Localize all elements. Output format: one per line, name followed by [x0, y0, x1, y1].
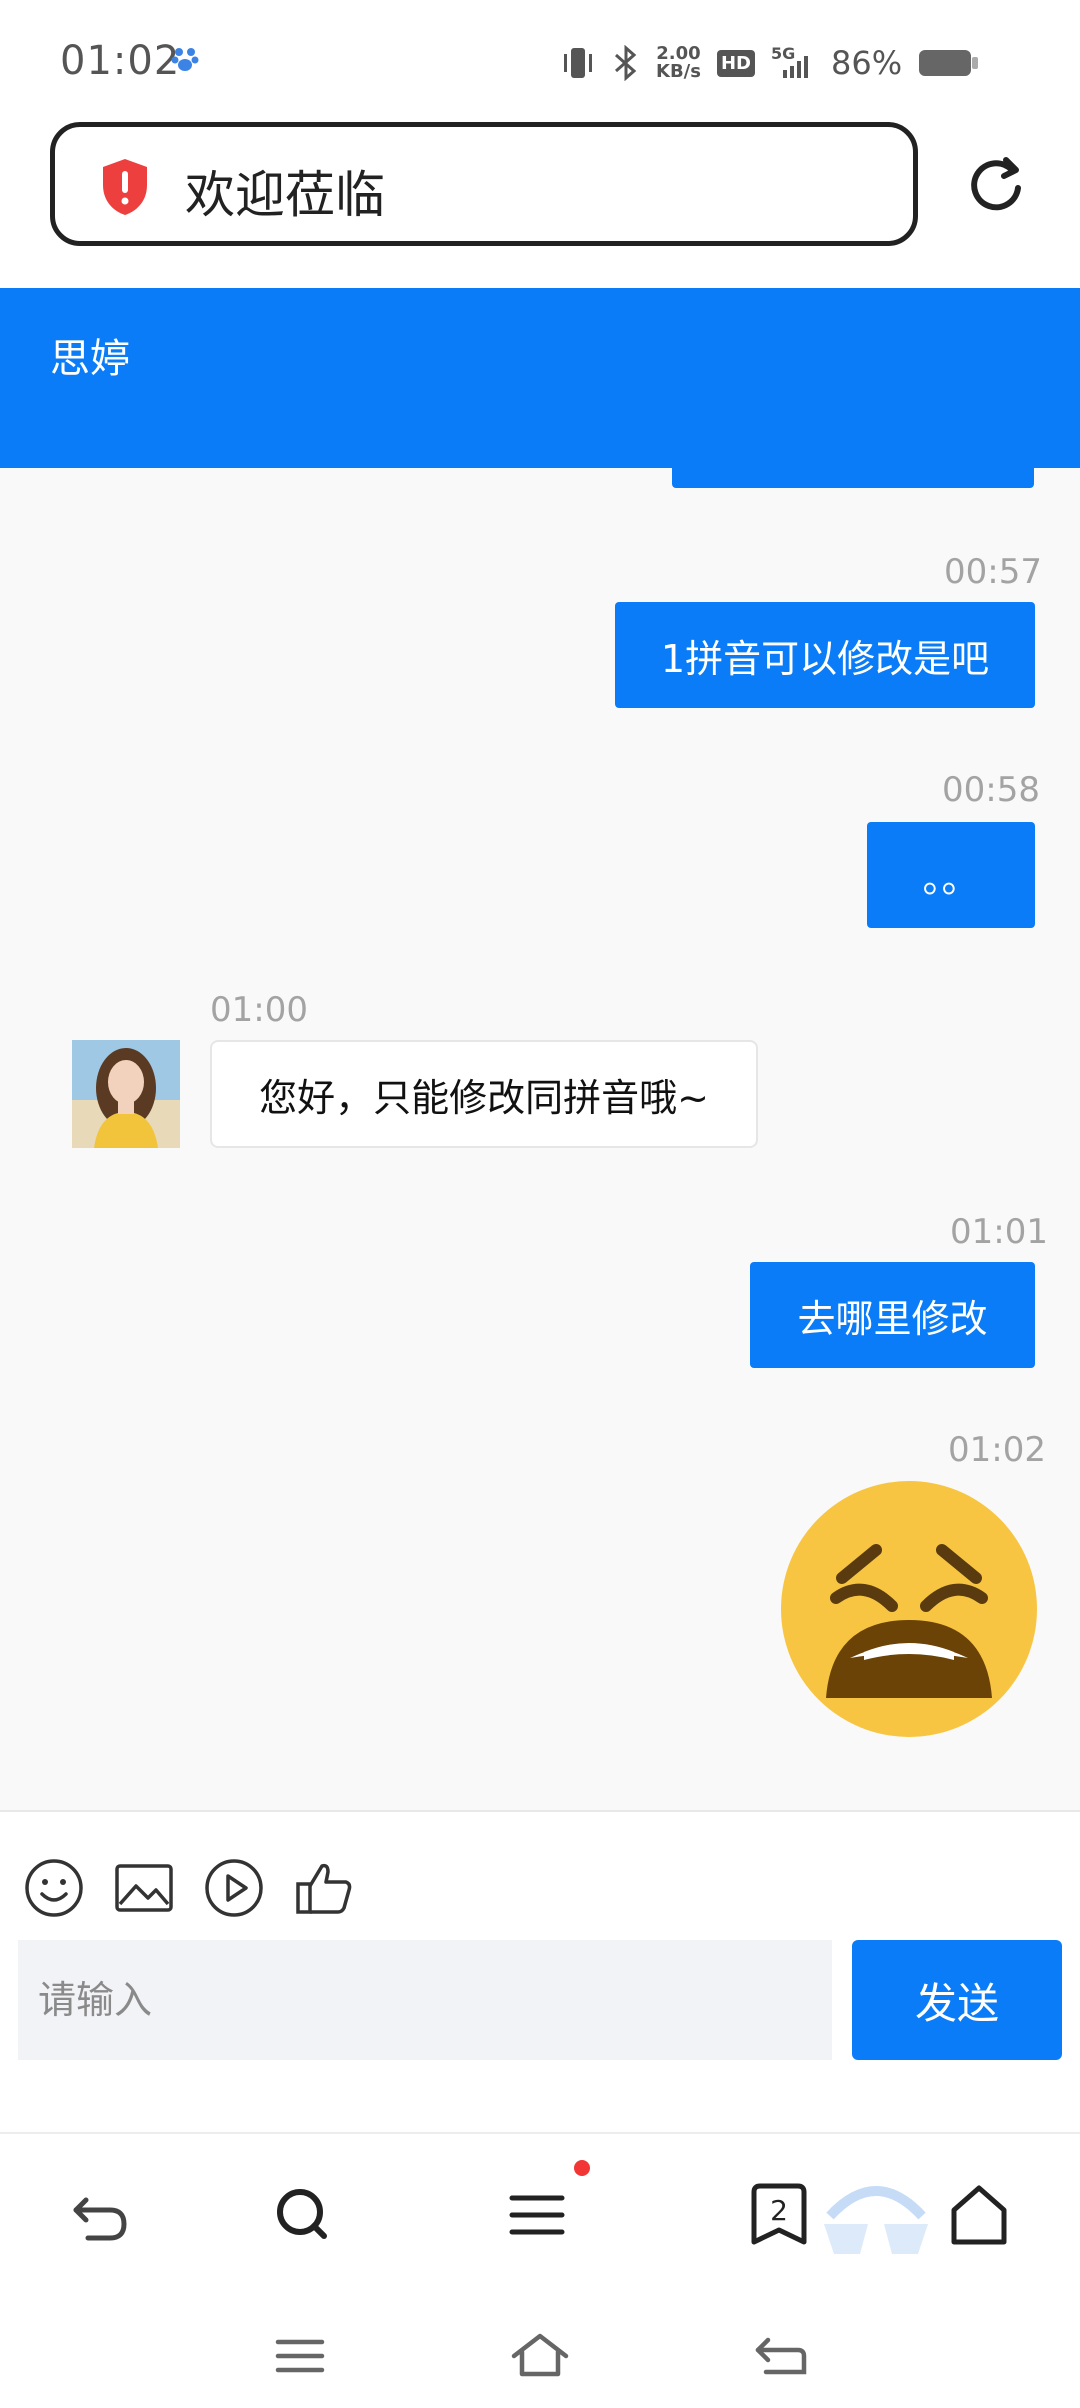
home-icon[interactable]	[510, 2330, 570, 2382]
outgoing-message[interactable]: 。。	[867, 822, 1035, 928]
recents-icon[interactable]	[270, 2330, 330, 2382]
tab-count: 2	[744, 2194, 814, 2227]
send-button[interactable]: 发送	[852, 1940, 1062, 2060]
signal-icon	[771, 46, 815, 80]
weary-face-emoji[interactable]	[780, 1480, 1038, 1738]
reload-icon[interactable]	[966, 154, 1026, 214]
browser-toolbar: 2	[0, 2132, 1080, 2306]
contact-name: 思婷	[50, 326, 130, 384]
battery-icon	[918, 48, 980, 78]
avatar[interactable]	[72, 1040, 180, 1148]
address-bar[interactable]: 欢迎莅临	[50, 122, 918, 246]
message-time: 01:01	[950, 1212, 1048, 1252]
network-speed: 2.00 KB/s	[656, 45, 701, 81]
back-icon[interactable]	[66, 2180, 136, 2250]
signal-indicator: 5G	[771, 46, 815, 80]
message-time: 01:00	[210, 990, 308, 1030]
thumbs-up-icon[interactable]	[294, 1858, 354, 1918]
outgoing-message[interactable]: 去哪里修改	[750, 1262, 1035, 1368]
emoji-icon[interactable]	[24, 1858, 84, 1918]
chat-header: 思婷	[0, 288, 1080, 468]
search-icon[interactable]	[268, 2180, 338, 2250]
tabs-button[interactable]: 2	[744, 2180, 814, 2250]
video-icon[interactable]	[204, 1858, 264, 1918]
page-title: 欢迎莅临	[185, 155, 385, 227]
message-time: 01:02	[948, 1430, 1046, 1470]
system-navigation	[0, 2304, 1080, 2408]
notification-dot	[574, 2160, 590, 2176]
message-input[interactable]	[18, 1940, 832, 2060]
glasses-overlay-icon	[816, 2164, 936, 2284]
paw-icon	[170, 44, 200, 74]
bluetooth-icon	[612, 45, 640, 81]
outgoing-bubble-partial	[672, 468, 1034, 488]
message-composer: 发送	[0, 1810, 1080, 2134]
message-time: 00:58	[942, 770, 1040, 810]
chat-area[interactable]: 00:57 1拼音可以修改是吧 00:58 。。 01:00 您好，只能修改同拼…	[0, 468, 1080, 1810]
back-icon[interactable]	[752, 2330, 812, 2382]
home-icon[interactable]	[944, 2180, 1014, 2250]
menu-icon[interactable]	[502, 2180, 572, 2250]
vibrate-icon	[560, 46, 596, 80]
status-bar: 01:02 2.00 KB/s HD 5G 86%	[0, 0, 1080, 118]
incoming-message[interactable]: 您好，只能修改同拼音哦~	[210, 1040, 758, 1148]
outgoing-message[interactable]: 1拼音可以修改是吧	[615, 602, 1035, 708]
hd-badge: HD	[717, 50, 755, 77]
status-time: 01:02	[60, 38, 180, 84]
image-icon[interactable]	[114, 1858, 174, 1918]
shield-warning-icon	[99, 157, 151, 217]
message-time: 00:57	[944, 552, 1042, 592]
battery-percent: 86%	[831, 44, 902, 82]
speed-unit: KB/s	[656, 63, 701, 81]
